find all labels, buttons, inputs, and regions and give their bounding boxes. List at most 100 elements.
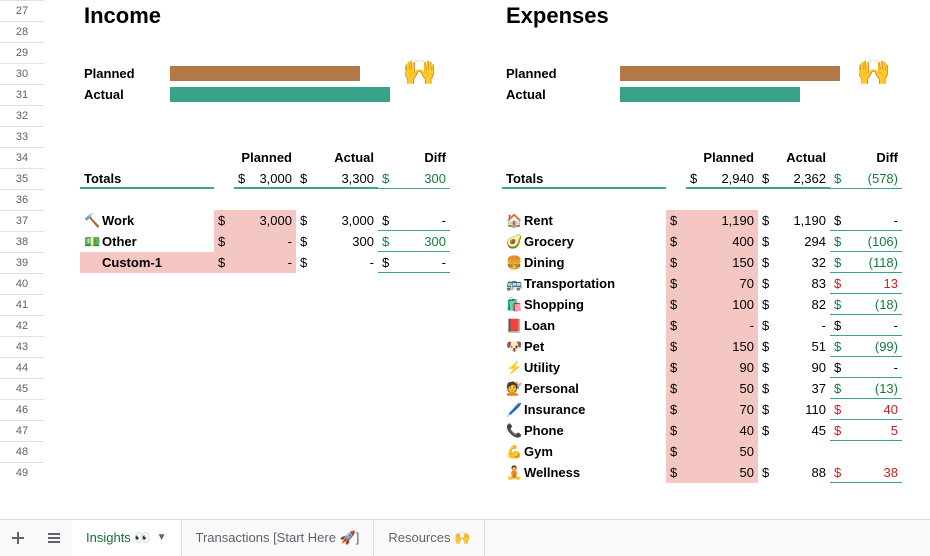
- expenses-row-0-diff-val[interactable]: -: [850, 210, 902, 231]
- expenses-row-10-planned-val[interactable]: 40: [686, 420, 758, 441]
- row-header-36[interactable]: 36: [0, 189, 44, 210]
- expenses-row-12-planned-val[interactable]: 50: [686, 462, 758, 483]
- income-row-0-diff-val[interactable]: -: [398, 210, 450, 231]
- expenses-row-7-planned-val[interactable]: 90: [686, 357, 758, 378]
- expenses-row-2-actual-sym[interactable]: $: [758, 252, 778, 273]
- expenses-row-9-actual-val[interactable]: 110: [778, 399, 830, 420]
- expenses-row-3-label[interactable]: 🚌Transportation: [502, 273, 666, 294]
- expenses-totals-planned-sym[interactable]: $: [686, 168, 706, 189]
- income-row-2-diff-val[interactable]: -: [398, 252, 450, 273]
- income-row-1-planned-val[interactable]: -: [234, 231, 296, 252]
- expenses-row-6-actual-val[interactable]: 51: [778, 336, 830, 357]
- expenses-row-9-actual-sym[interactable]: $: [758, 399, 778, 420]
- expenses-row-6-label[interactable]: 🐶Pet: [502, 336, 666, 357]
- income-row-2-planned-val[interactable]: -: [234, 252, 296, 273]
- income-row-0-actual-val[interactable]: 3,000: [316, 210, 378, 231]
- expenses-row-0-diff-sym[interactable]: $: [830, 210, 850, 231]
- income-totals-actual-sym[interactable]: $: [296, 168, 316, 189]
- expenses-row-4-diff-val[interactable]: (18): [850, 294, 902, 315]
- income-header-actual[interactable]: Actual: [296, 147, 378, 168]
- tab-dropdown-icon[interactable]: ▼: [157, 532, 167, 543]
- expenses-row-10-diff-sym[interactable]: $: [830, 420, 850, 441]
- tab-resources[interactable]: Resources 🙌: [374, 520, 485, 556]
- row-header-33[interactable]: 33: [0, 126, 44, 147]
- income-row-1-planned-sym[interactable]: $: [214, 231, 234, 252]
- expenses-row-4-planned-val[interactable]: 100: [686, 294, 758, 315]
- expenses-header-planned[interactable]: Planned: [666, 147, 758, 168]
- expenses-row-6-planned-val[interactable]: 150: [686, 336, 758, 357]
- expenses-row-5-label[interactable]: 📕Loan: [502, 315, 666, 336]
- income-row-2-label[interactable]: Custom-1: [80, 252, 214, 273]
- expenses-row-8-actual-val[interactable]: 37: [778, 378, 830, 399]
- expenses-row-2-diff-val[interactable]: (118): [850, 252, 902, 273]
- income-header-planned[interactable]: Planned: [214, 147, 296, 168]
- row-header-38[interactable]: 38: [0, 231, 44, 252]
- expenses-row-12-planned-sym[interactable]: $: [666, 462, 686, 483]
- row-header-46[interactable]: 46: [0, 399, 44, 420]
- expenses-row-11-label[interactable]: 💪Gym: [502, 441, 666, 462]
- expenses-row-8-planned-val[interactable]: 50: [686, 378, 758, 399]
- income-row-0-actual-sym[interactable]: $: [296, 210, 316, 231]
- expenses-row-4-planned-sym[interactable]: $: [666, 294, 686, 315]
- row-header-45[interactable]: 45: [0, 378, 44, 399]
- expenses-row-9-planned-val[interactable]: 70: [686, 399, 758, 420]
- expenses-actual-label[interactable]: Actual: [502, 84, 582, 105]
- expenses-row-5-diff-val[interactable]: -: [850, 315, 902, 336]
- expenses-row-9-planned-sym[interactable]: $: [666, 399, 686, 420]
- expenses-totals-label[interactable]: Totals: [502, 168, 666, 189]
- row-header-30[interactable]: 30: [0, 63, 44, 84]
- expenses-row-9-diff-sym[interactable]: $: [830, 399, 850, 420]
- income-row-0-planned-sym[interactable]: $: [214, 210, 234, 231]
- expenses-row-1-actual-val[interactable]: 294: [778, 231, 830, 252]
- row-header-47[interactable]: 47: [0, 420, 44, 441]
- expenses-row-11-planned-val[interactable]: 50: [686, 441, 758, 462]
- expenses-row-12-actual-sym[interactable]: $: [758, 462, 778, 483]
- expenses-row-10-diff-val[interactable]: 5: [850, 420, 902, 441]
- income-actual-label[interactable]: Actual: [80, 84, 160, 105]
- expenses-row-2-planned-sym[interactable]: $: [666, 252, 686, 273]
- expenses-row-7-diff-val[interactable]: -: [850, 357, 902, 378]
- expenses-row-4-diff-sym[interactable]: $: [830, 294, 850, 315]
- row-header-44[interactable]: 44: [0, 357, 44, 378]
- expenses-row-9-label[interactable]: 🖊️Insurance: [502, 399, 666, 420]
- income-row-1-actual-sym[interactable]: $: [296, 231, 316, 252]
- expenses-totals-diff-sym[interactable]: $: [830, 168, 850, 189]
- expenses-row-3-diff-sym[interactable]: $: [830, 273, 850, 294]
- expenses-row-8-diff-sym[interactable]: $: [830, 378, 850, 399]
- tab-transactions[interactable]: Transactions [Start Here 🚀]: [182, 520, 375, 556]
- expenses-row-5-planned-sym[interactable]: $: [666, 315, 686, 336]
- income-totals-planned-val[interactable]: 3,000: [254, 168, 296, 189]
- income-totals-planned-sym[interactable]: $: [234, 168, 254, 189]
- expenses-row-0-actual-sym[interactable]: $: [758, 210, 778, 231]
- expenses-row-5-diff-sym[interactable]: $: [830, 315, 850, 336]
- expenses-row-0-actual-val[interactable]: 1,190: [778, 210, 830, 231]
- row-header-27[interactable]: 27: [0, 0, 44, 21]
- income-row-0-label[interactable]: 🔨Work: [80, 210, 214, 231]
- income-title[interactable]: Income: [80, 0, 380, 42]
- row-header-28[interactable]: 28: [0, 21, 44, 42]
- income-totals-actual-val[interactable]: 3,300: [316, 168, 378, 189]
- income-totals-diff-val[interactable]: 300: [398, 168, 450, 189]
- expenses-row-1-label[interactable]: 🥑Grocery: [502, 231, 666, 252]
- row-header-40[interactable]: 40: [0, 273, 44, 294]
- row-header-31[interactable]: 31: [0, 84, 44, 105]
- expenses-row-6-actual-sym[interactable]: $: [758, 336, 778, 357]
- row-header-42[interactable]: 42: [0, 315, 44, 336]
- expenses-row-6-diff-val[interactable]: (99): [850, 336, 902, 357]
- add-sheet-button[interactable]: [0, 520, 36, 556]
- expenses-row-2-label[interactable]: 🍔Dining: [502, 252, 666, 273]
- income-planned-label[interactable]: Planned: [80, 63, 160, 84]
- expenses-row-6-planned-sym[interactable]: $: [666, 336, 686, 357]
- expenses-row-4-actual-sym[interactable]: $: [758, 294, 778, 315]
- income-row-1-diff-val[interactable]: 300: [398, 231, 450, 252]
- expenses-row-7-planned-sym[interactable]: $: [666, 357, 686, 378]
- row-header-35[interactable]: 35: [0, 168, 44, 189]
- expenses-row-0-planned-val[interactable]: 1,190: [686, 210, 758, 231]
- income-row-2-diff-sym[interactable]: $: [378, 252, 398, 273]
- row-header-49[interactable]: 49: [0, 462, 44, 483]
- expenses-row-11-planned-sym[interactable]: $: [666, 441, 686, 462]
- expenses-row-1-diff-sym[interactable]: $: [830, 231, 850, 252]
- expenses-row-2-diff-sym[interactable]: $: [830, 252, 850, 273]
- expenses-row-8-planned-sym[interactable]: $: [666, 378, 686, 399]
- expenses-row-2-planned-val[interactable]: 150: [686, 252, 758, 273]
